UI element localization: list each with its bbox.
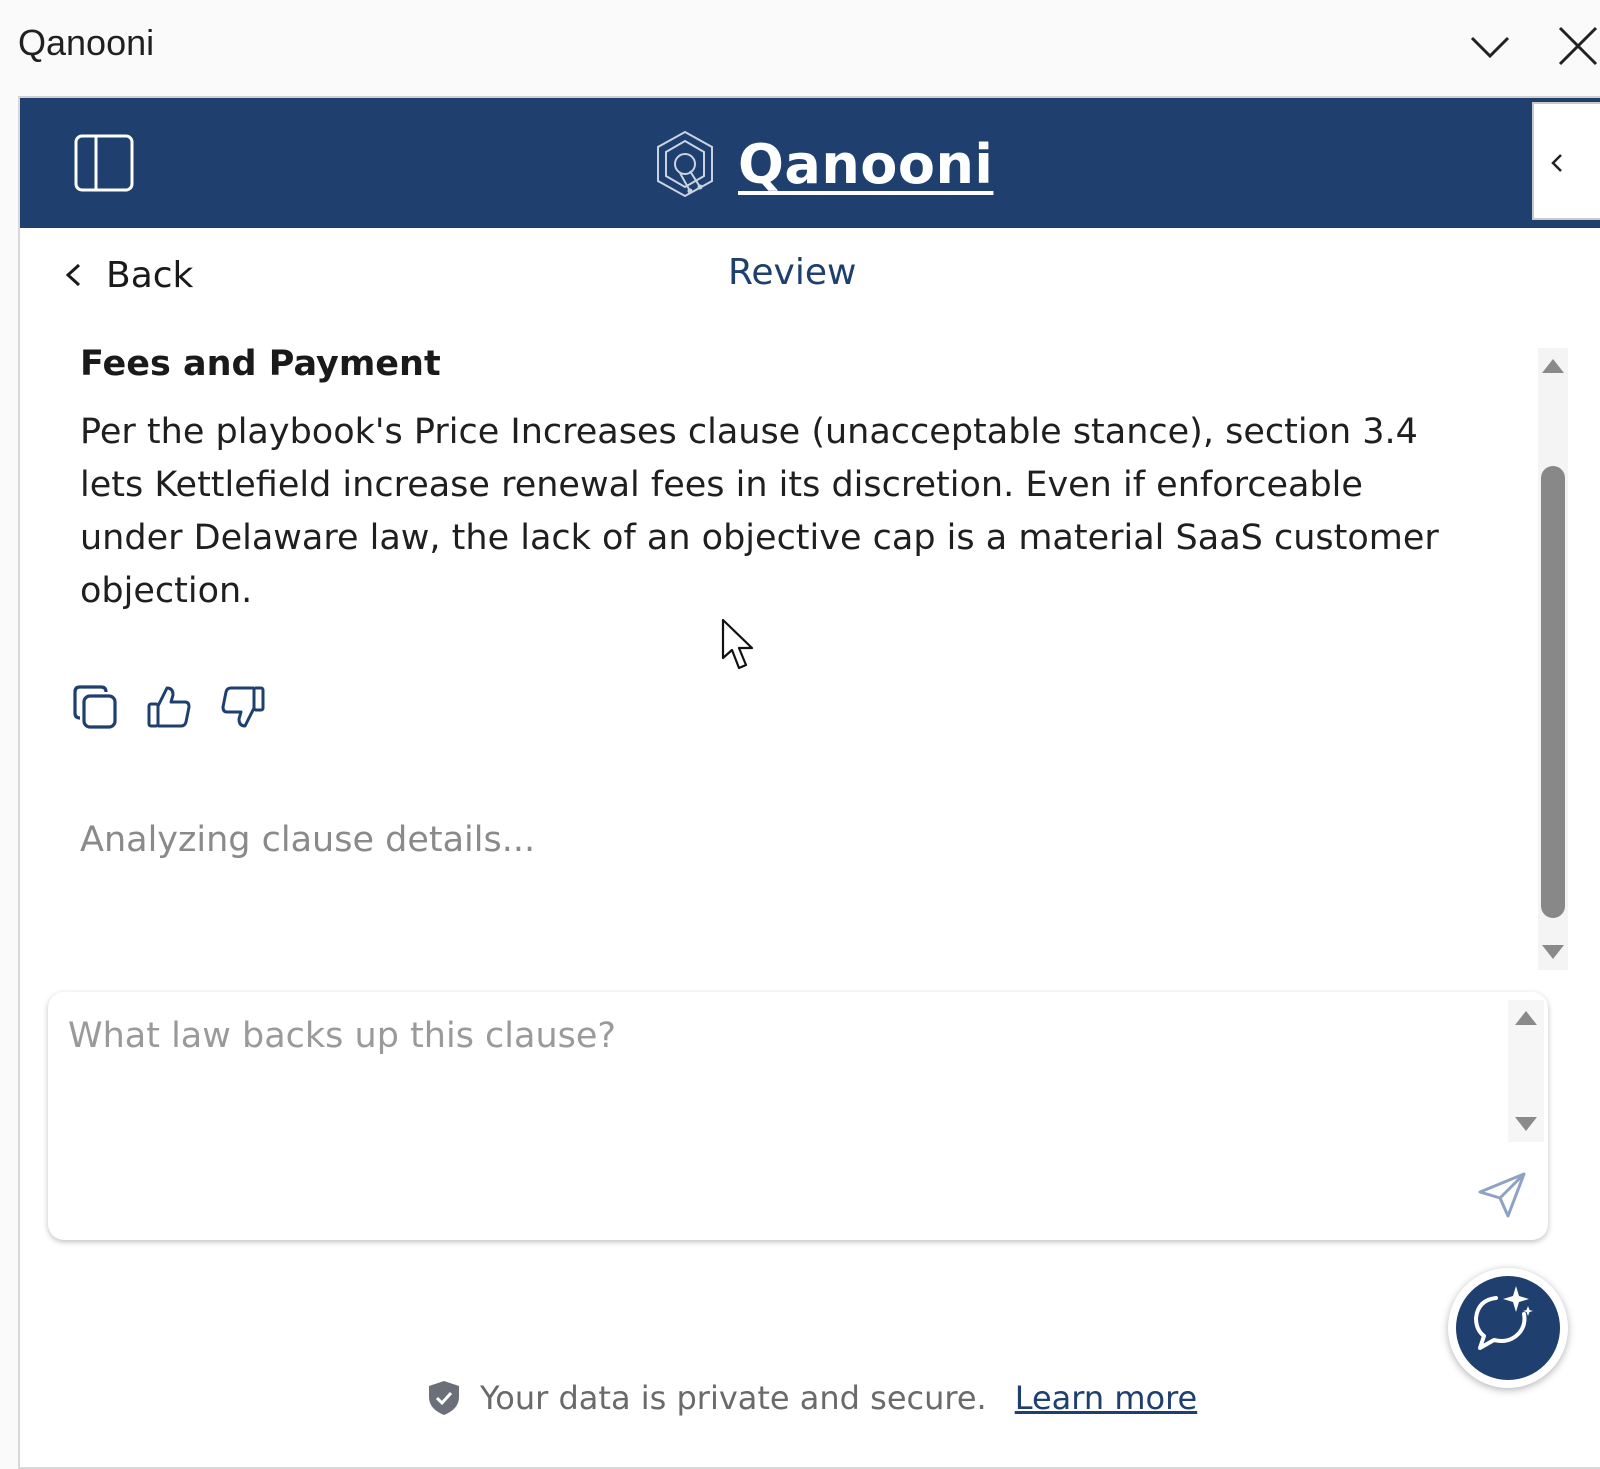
sidebar-toggle-button[interactable] xyxy=(74,134,134,192)
back-button[interactable]: Back xyxy=(62,250,193,300)
analyzing-status: Analyzing clause details... xyxy=(80,820,536,860)
clause-content: Fees and Payment Per the playbook's Pric… xyxy=(20,336,1540,966)
content-scrollbar[interactable] xyxy=(1538,348,1568,970)
add-in-panel: Qanooni Back Review Fees and Payment Per… xyxy=(18,96,1600,1469)
chevron-down-icon xyxy=(1470,36,1510,59)
brand-logo: Qanooni xyxy=(654,126,993,202)
scroll-up-icon[interactable] xyxy=(1513,1008,1539,1028)
question-input[interactable] xyxy=(68,1016,1488,1176)
chevron-left-icon xyxy=(1551,154,1562,172)
privacy-text: Your data is private and secure. xyxy=(480,1379,987,1417)
question-input-card xyxy=(48,992,1548,1240)
clause-body: Per the playbook's Price Increases claus… xyxy=(80,412,1439,611)
chat-sparkle-icon xyxy=(1474,1286,1533,1350)
host-window-title: Qanooni xyxy=(18,22,155,63)
sidebar-icon xyxy=(74,134,134,192)
thumbs-up-icon[interactable] xyxy=(146,684,192,730)
send-icon[interactable] xyxy=(1476,1170,1528,1220)
back-label: Back xyxy=(106,254,194,296)
chat-assistant-button[interactable] xyxy=(1448,1268,1568,1388)
chevron-left-icon xyxy=(65,263,81,287)
privacy-footer: Your data is private and secure. Learn m… xyxy=(426,1376,1197,1420)
learn-more-link[interactable]: Learn more xyxy=(1015,1379,1198,1417)
input-scrollbar[interactable] xyxy=(1508,1000,1544,1142)
app-header: Qanooni xyxy=(20,98,1600,228)
scroll-thumb[interactable] xyxy=(1541,466,1565,918)
close-icon xyxy=(1558,26,1598,66)
nav-row: Back Review xyxy=(20,228,1600,324)
response-actions xyxy=(72,684,266,730)
copy-icon[interactable] xyxy=(72,684,118,730)
mouse-cursor-icon xyxy=(721,618,754,670)
minimize-panel-button[interactable] xyxy=(1468,24,1512,68)
clause-title: Fees and Payment xyxy=(80,344,441,384)
scroll-down-icon[interactable] xyxy=(1513,1114,1539,1134)
qanooni-logo-icon xyxy=(657,130,713,198)
page-title: Review xyxy=(728,252,857,293)
scroll-down-icon[interactable] xyxy=(1540,942,1566,962)
brand-name-link[interactable]: Qanooni xyxy=(738,133,993,196)
scroll-up-icon[interactable] xyxy=(1540,356,1566,376)
thumbs-down-icon[interactable] xyxy=(220,684,266,730)
shield-check-icon xyxy=(429,1381,459,1415)
collapse-panel-button[interactable] xyxy=(1532,102,1600,220)
close-panel-button[interactable] xyxy=(1556,24,1600,68)
host-title-bar: Qanooni xyxy=(0,0,1600,96)
